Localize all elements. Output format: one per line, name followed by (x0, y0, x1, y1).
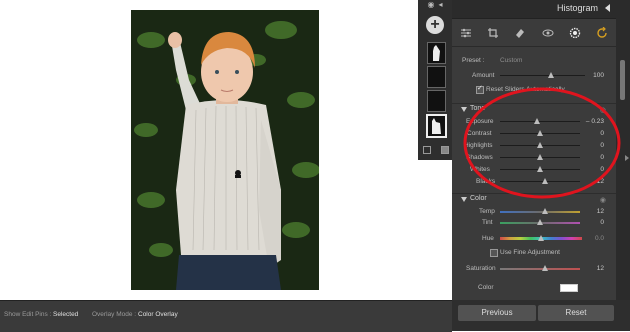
highlight-ellipse (463, 87, 621, 199)
collapse-triangle-icon[interactable] (605, 4, 610, 12)
amount-value[interactable]: 100 (593, 70, 604, 81)
fine-adjustment-label: Use Fine Adjustment (500, 249, 560, 256)
hue-value[interactable]: 0.0 (595, 233, 604, 244)
temp-label: Temp (479, 208, 495, 215)
saturation-value[interactable]: 12 (597, 263, 604, 274)
square-icon[interactable] (423, 146, 431, 154)
chevron-icon[interactable]: ◂ (438, 0, 442, 10)
overlay-icon[interactable] (441, 146, 449, 154)
panel-title[interactable]: Histogram (557, 3, 598, 13)
bottom-toolbar: Show Edit Pins : Selected Overlay Mode :… (0, 300, 452, 332)
mask-panel-header: ◉ ◂ (418, 0, 452, 10)
photo[interactable] (131, 10, 319, 290)
crop-icon[interactable] (486, 26, 500, 40)
saturation-slider-thumb[interactable] (541, 265, 548, 271)
temp-value[interactable]: 12 (597, 206, 604, 217)
preset-label: Preset : (462, 57, 485, 64)
photo-image (131, 10, 319, 290)
panel-header: Histogram (452, 0, 616, 19)
mask-panel: ◉ ◂ + (418, 0, 453, 160)
add-mask-button[interactable]: + (426, 16, 444, 34)
tint-label: Tint (482, 219, 493, 226)
hue-slider-row[interactable]: Hue 0.0 (452, 233, 616, 244)
saturation-slider-row[interactable]: Saturation 12 (452, 263, 616, 274)
show-pins-label: Show Edit Pins : (4, 311, 52, 318)
bottom-panel-buttons: Previous Reset (452, 300, 630, 331)
amount-label: Amount (472, 72, 495, 79)
tint-value[interactable]: 0 (600, 217, 604, 228)
mask-thumbnail-image (433, 45, 440, 61)
temp-slider-thumb[interactable] (541, 208, 548, 214)
tool-strip (452, 20, 616, 47)
mask-thumbnail[interactable] (427, 66, 446, 88)
saturation-slider-track[interactable] (500, 268, 580, 270)
amount-slider-thumb[interactable] (548, 72, 554, 78)
eraser-icon[interactable] (513, 26, 527, 40)
show-pins-dropdown[interactable]: Selected (53, 310, 78, 320)
color-swatch[interactable] (560, 284, 578, 292)
amount-slider-row[interactable]: Amount 100 (452, 70, 616, 81)
color-label: Color (478, 284, 494, 291)
side-arrow-icon[interactable] (625, 155, 629, 161)
mask-icon[interactable] (568, 26, 582, 40)
mask-panel-footer (423, 146, 449, 154)
preset-row[interactable]: Preset : Custom (452, 55, 616, 66)
temp-slider-track[interactable] (500, 211, 580, 213)
tint-slider-thumb[interactable] (537, 219, 543, 225)
fine-adjustment-checkbox[interactable] (490, 249, 498, 257)
eye-icon[interactable]: ◉ (428, 0, 435, 10)
amount-slider-track[interactable] (500, 75, 585, 76)
photo-canvas (0, 0, 418, 300)
refresh-icon[interactable] (595, 26, 609, 40)
hue-slider-thumb[interactable] (538, 235, 544, 241)
overlay-mode-label: Overlay Mode : (92, 311, 137, 318)
sliders-icon[interactable] (459, 26, 473, 40)
saturation-label: Saturation (466, 265, 496, 272)
mask-thumbnail-image (432, 118, 441, 134)
redeye-icon[interactable] (541, 26, 555, 40)
tint-slider-row[interactable]: Tint 0 (452, 217, 616, 228)
mask-thumbnail[interactable] (427, 90, 446, 112)
previous-button[interactable]: Previous (458, 305, 536, 321)
preset-value[interactable]: Custom (500, 55, 522, 66)
overlay-mode-dropdown[interactable]: Color Overlay (138, 310, 178, 320)
temp-slider-row[interactable]: Temp 12 (452, 206, 616, 217)
mask-thumbnail-active[interactable] (426, 114, 447, 138)
reset-button[interactable]: Reset (538, 305, 614, 321)
color-swatch-row[interactable]: Color (452, 282, 616, 293)
pin-icon[interactable] (233, 169, 243, 179)
mask-thumbnail[interactable] (427, 42, 446, 64)
hue-label: Hue (482, 235, 494, 242)
